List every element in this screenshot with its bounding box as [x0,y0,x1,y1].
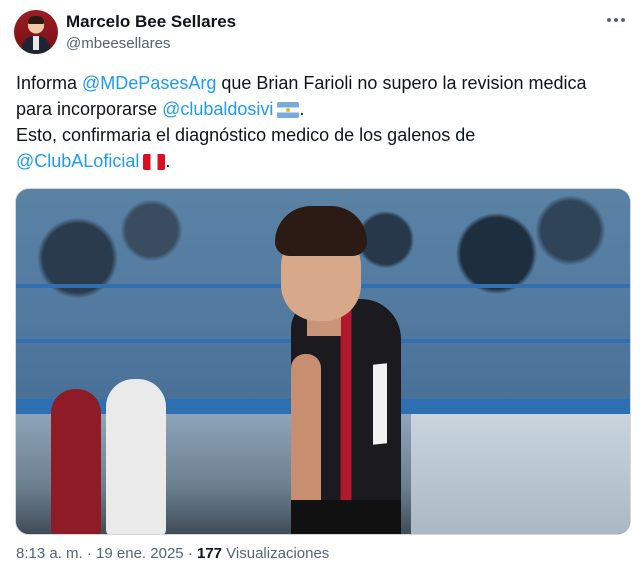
tweet-photo[interactable] [15,188,631,535]
avatar-hair [28,16,44,24]
tweet-card: Marcelo Bee Sellares @mbeesellares Infor… [0,0,640,575]
tweet-time[interactable]: 8:13 a. m. [16,545,83,562]
tweet-text-segment: Esto, confirmaria el diagnóstico medico … [16,125,476,145]
player-hair [275,206,367,256]
avatar[interactable] [14,10,58,54]
views-label: Visualizaciones [222,545,330,562]
author-handle[interactable]: @mbeesellares [66,34,236,54]
photo-background-player [51,389,101,534]
player-arm [291,354,321,514]
peru-flag-icon [143,154,166,170]
photo-wall [411,414,630,534]
player-shorts [291,500,401,534]
tweet-line-4: @ClubALoficial. [16,148,616,174]
tweet-text: Informa @MDePasesArg que Brian Farioli n… [16,70,616,174]
more-options-icon[interactable] [604,12,628,28]
views-count: 177 [196,545,223,562]
avatar-shirt [33,36,39,50]
tweet-text-segment: para incorporarse [16,99,163,119]
mention-mdepasesarg[interactable]: @MDePasesArg [82,73,216,93]
tweet-text-segment: que Brian Farioli no supero la revision … [216,73,587,93]
tweet-date[interactable]: 19 ene. 2025 [96,545,184,562]
tweet-line-2: para incorporarse @clubaldosivi. [16,96,616,122]
tweet-text-segment: . [165,151,171,171]
mention-clubaldosivi[interactable]: @clubaldosivi [162,99,273,119]
meta-separator: · [183,545,197,562]
player-number [373,363,387,445]
tweet-meta: 8:13 a. m. · 19 ene. 2025 · 177 Visualiz… [16,544,329,564]
tweet-line-3: Esto, confirmaria el diagnóstico medico … [16,122,616,148]
tweet-text-segment: . [299,99,305,119]
mention-clubaloficial[interactable]: @ClubALoficial [16,151,139,171]
author-display-name[interactable]: Marcelo Bee Sellares [66,12,236,32]
photo-background-player [106,379,166,534]
tweet-line-1: Informa @MDePasesArg que Brian Farioli n… [16,70,616,96]
tweet-text-segment: Informa [16,73,83,93]
tweet-header: Marcelo Bee Sellares @mbeesellares [14,10,236,54]
argentina-flag-icon [277,102,300,118]
meta-separator: · [82,545,97,562]
author-names: Marcelo Bee Sellares @mbeesellares [66,12,236,54]
photo-player [275,204,431,534]
